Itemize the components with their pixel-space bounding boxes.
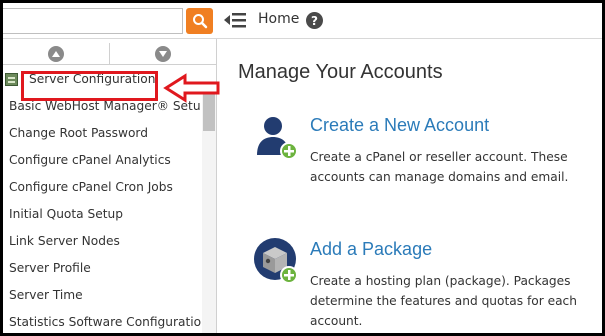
sidebar-item-statistics-software-configuration[interactable]: Statistics Software Configuration xyxy=(3,309,201,333)
sidebar-item-initial-quota-setup[interactable]: Initial Quota Setup xyxy=(3,201,201,228)
help-icon[interactable]: ? xyxy=(306,12,323,29)
scroll-up-button[interactable] xyxy=(3,43,110,65)
home-breadcrumb[interactable]: Home xyxy=(258,11,299,27)
sidebar-item-server-profile[interactable]: Server Profile xyxy=(3,255,201,282)
annotation-arrow-icon xyxy=(163,73,220,103)
feature-add-package: Add a Package Create a hosting plan (pac… xyxy=(253,235,598,333)
search-button[interactable] xyxy=(186,8,213,34)
sidebar-item-change-root-password[interactable]: Change Root Password xyxy=(3,120,201,147)
add-package-link[interactable]: Add a Package xyxy=(310,239,432,260)
sidebar-item-configure-cpanel-cron-jobs[interactable]: Configure cPanel Cron Jobs xyxy=(3,174,201,201)
chevron-up-icon xyxy=(48,45,64,62)
add-user-icon[interactable] xyxy=(253,113,301,161)
create-account-link[interactable]: Create a New Account xyxy=(310,115,489,136)
sidebar-menu: Server Configuration Basic WebHost Manag… xyxy=(3,66,201,333)
server-configuration-icon xyxy=(5,73,18,86)
annotation-highlight-box xyxy=(21,71,158,101)
whm-window: Home ? Server Configuration Basic WebHos… xyxy=(3,3,602,333)
main-content: Manage Your Accounts Create a New Accoun… xyxy=(218,39,602,333)
chevron-down-icon xyxy=(155,45,171,62)
add-package-description: Create a hosting plan (package). Package… xyxy=(310,274,577,328)
create-account-description: Create a cPanel or reseller account. The… xyxy=(310,150,569,184)
sidebar-item-server-time[interactable]: Server Time xyxy=(3,282,201,309)
page-title: Manage Your Accounts xyxy=(238,61,443,83)
add-package-icon[interactable] xyxy=(253,237,301,285)
sidebar-item-configure-cpanel-analytics[interactable]: Configure cPanel Analytics xyxy=(3,147,201,174)
search-icon xyxy=(192,14,207,29)
sidebar-scroll-controls xyxy=(3,43,216,65)
scroll-down-button[interactable] xyxy=(110,43,216,65)
search-input[interactable] xyxy=(3,8,183,34)
collapse-sidebar-icon[interactable] xyxy=(223,10,247,30)
feature-create-account: Create a New Account Create a cPanel or … xyxy=(253,111,598,211)
sidebar-item-link-server-nodes[interactable]: Link Server Nodes xyxy=(3,228,201,255)
